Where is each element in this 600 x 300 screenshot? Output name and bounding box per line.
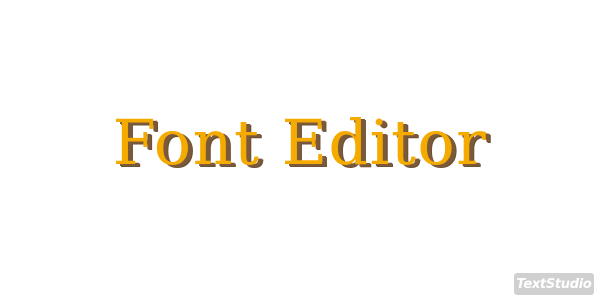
headline-text: Font Editor — [112, 106, 488, 179]
canvas: Font Editor TextStudio — [0, 0, 600, 300]
watermark-text: TextStudio — [516, 276, 592, 292]
watermark-logo: TextStudio — [514, 273, 594, 295]
